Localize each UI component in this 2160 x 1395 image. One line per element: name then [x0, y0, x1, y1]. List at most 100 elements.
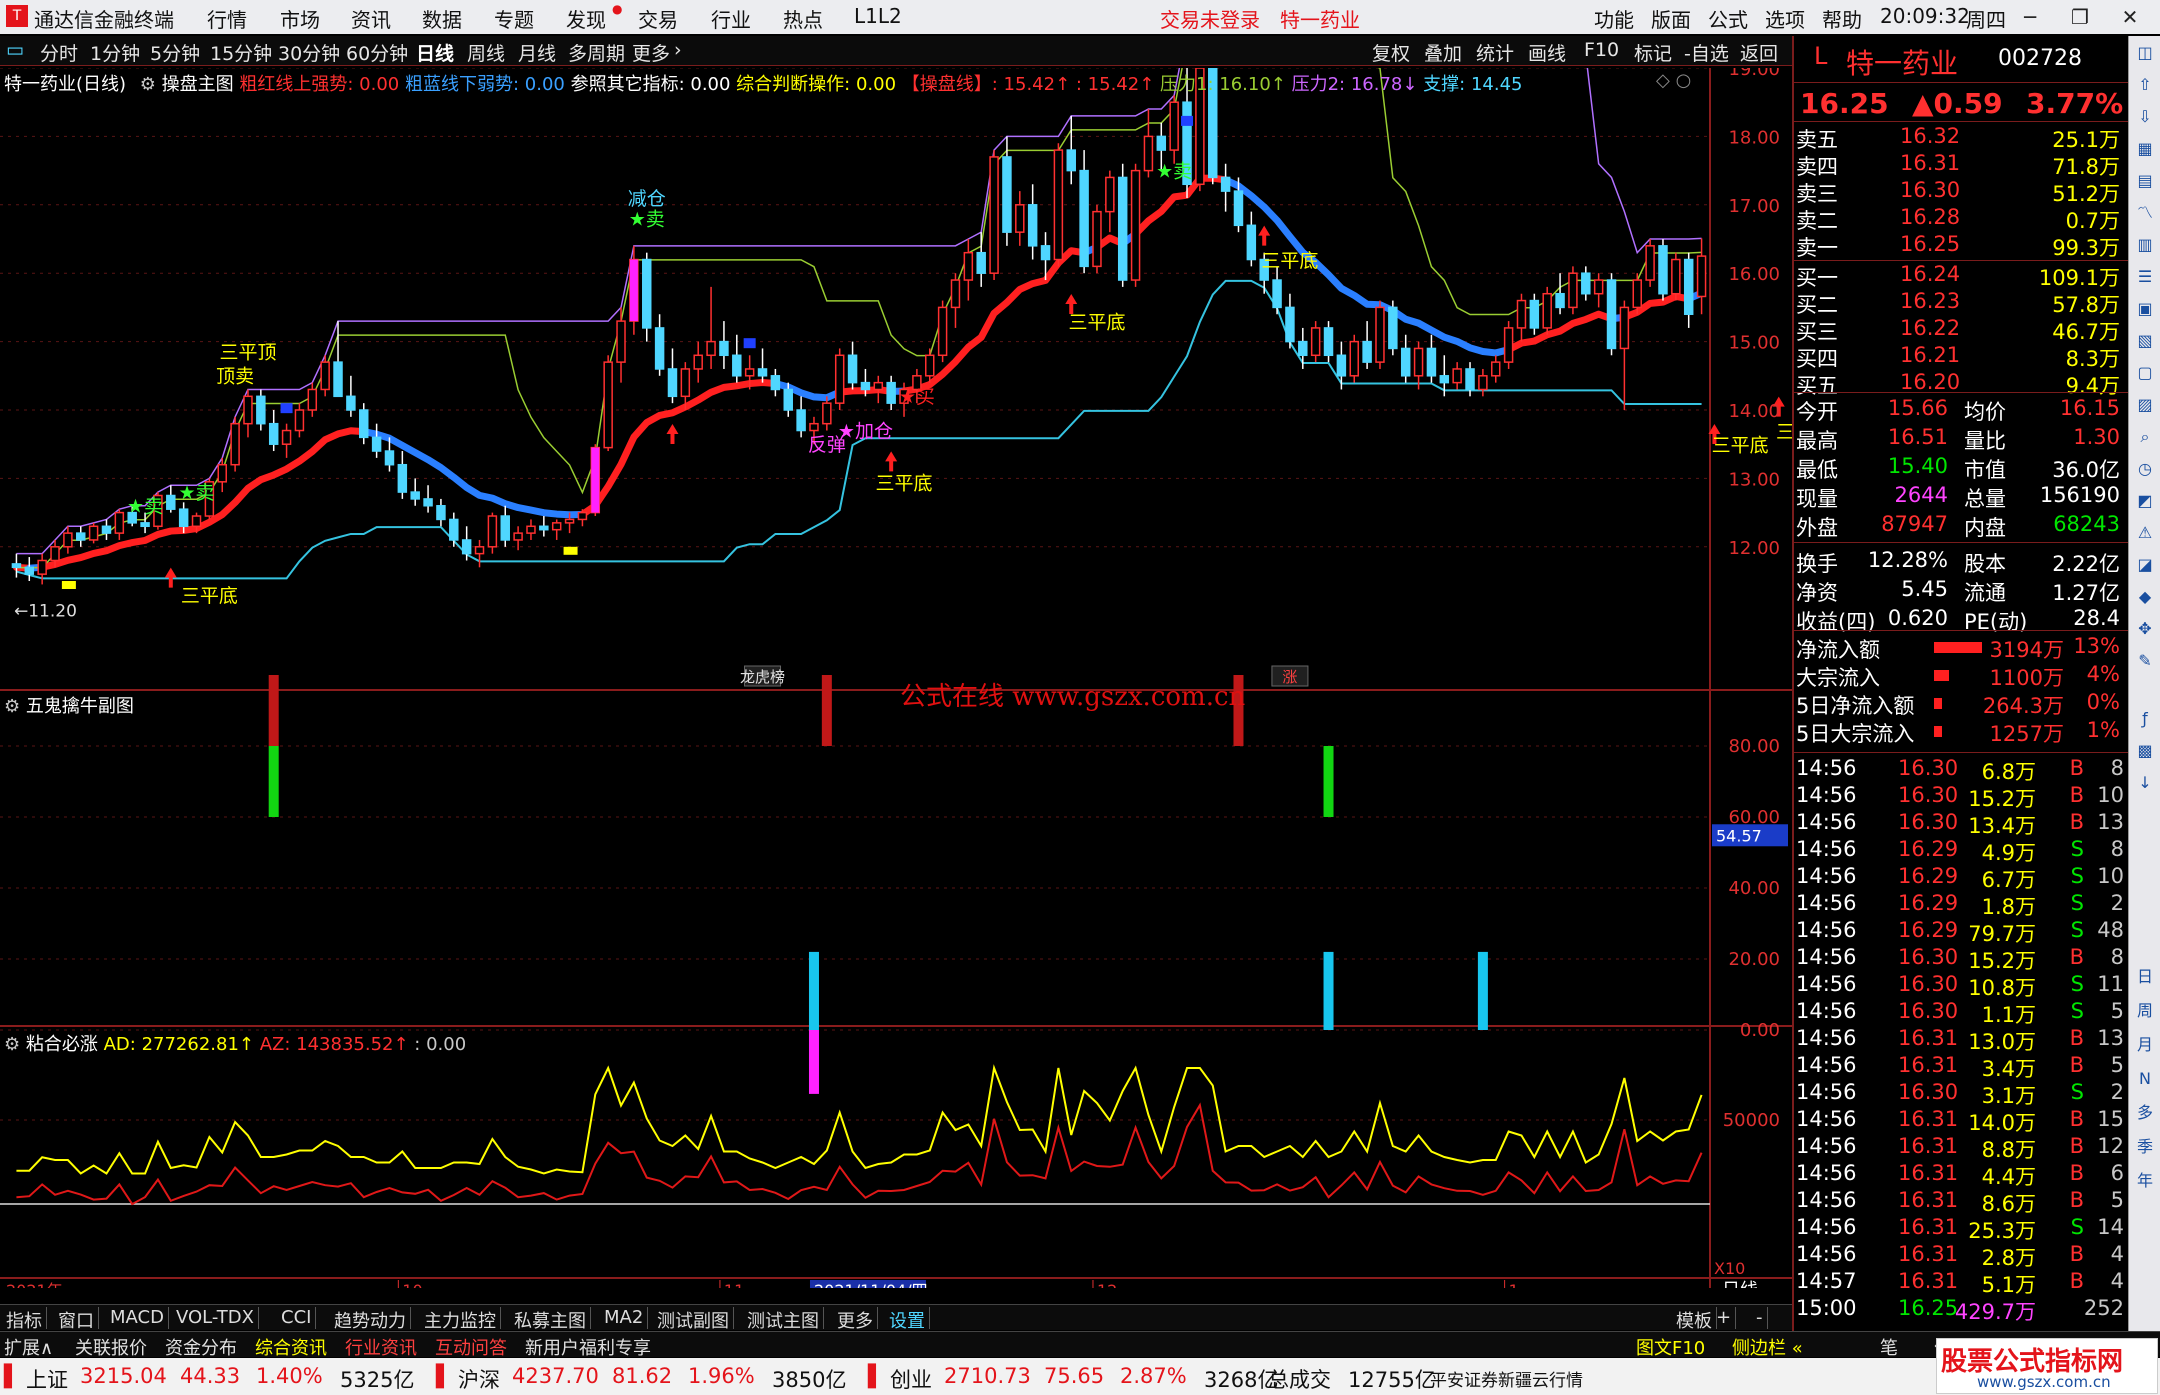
- bid-row[interactable]: 买一 16.24 109.1万: [1794, 262, 2130, 290]
- sub2-title[interactable]: 粘合必涨: [26, 1034, 98, 1055]
- tool-watchlist[interactable]: -自选: [1684, 39, 1729, 66]
- tool-f10[interactable]: F10: [1584, 39, 1619, 61]
- tab-control[interactable]: -: [1752, 1307, 1768, 1329]
- index-name[interactable]: 沪深: [458, 1364, 500, 1394]
- tab-control[interactable]: 模板: [1672, 1307, 1717, 1332]
- ext-item[interactable]: 关联报价: [75, 1334, 147, 1360]
- menu-item-help[interactable]: 帮助: [1822, 4, 1862, 33]
- indicator-tab[interactable]: MACD: [106, 1307, 169, 1329]
- ext-item[interactable]: 互动问答: [435, 1334, 507, 1360]
- menu-item-data[interactable]: 数据: [422, 4, 462, 33]
- side-period-2[interactable]: 月: [2132, 1032, 2158, 1058]
- chart-area[interactable]: 19.58←11.20三平顶顶卖★卖★卖三平底减仓★卖反弹★加仓三平底★买三平底…: [0, 23, 2144, 1301]
- period-weekly[interactable]: 周线: [467, 39, 505, 66]
- menu-item-hot[interactable]: 热点: [783, 4, 823, 33]
- list-icon[interactable]: ☰: [2132, 264, 2158, 290]
- ask-row[interactable]: 卖五 16.32 25.1万: [1794, 124, 2130, 152]
- menu-item-industry[interactable]: 行业: [711, 4, 751, 33]
- indicator-tab[interactable]: 更多: [833, 1307, 878, 1332]
- period-60min[interactable]: 60分钟: [346, 39, 408, 66]
- ask-row[interactable]: 卖一 16.25 99.3万: [1794, 232, 2130, 260]
- minimize-icon[interactable]: ─: [2010, 2, 2050, 32]
- ask-row[interactable]: 卖三 16.30 51.2万: [1794, 178, 2130, 206]
- move-icon[interactable]: ✥: [2132, 616, 2158, 642]
- pen-icon[interactable]: ✎: [2132, 648, 2158, 674]
- pane-controls[interactable]: ◇ ○: [1656, 70, 1691, 91]
- tool-fuquan[interactable]: 复权: [1372, 39, 1410, 66]
- doc-icon[interactable]: ▢: [2132, 360, 2158, 386]
- ext-right-item[interactable]: 侧边栏 «: [1732, 1334, 1803, 1360]
- tag-icon[interactable]: ◆: [2132, 584, 2158, 610]
- index-name[interactable]: 上证: [26, 1364, 68, 1394]
- ext-item[interactable]: 新用户福利专享: [525, 1334, 651, 1360]
- chart-icon[interactable]: ◩: [2132, 488, 2158, 514]
- table-icon[interactable]: ▤: [2132, 168, 2158, 194]
- kline-icon[interactable]: ▥: [2132, 232, 2158, 258]
- restore-icon[interactable]: ❐: [2060, 2, 2100, 32]
- menu-item-market[interactable]: 市场: [280, 4, 320, 33]
- line-chart-icon[interactable]: 〽: [2132, 200, 2158, 226]
- f10-icon[interactable]: ▨: [2132, 392, 2158, 418]
- side-period-6[interactable]: 年: [2132, 1168, 2158, 1194]
- indicator-tab[interactable]: MA2: [600, 1307, 649, 1329]
- ext-item[interactable]: 行业资讯: [345, 1334, 417, 1360]
- period-5min[interactable]: 5分钟: [150, 39, 200, 66]
- formula-icon[interactable]: ƒ: [2132, 706, 2158, 732]
- indicator-tab[interactable]: 测试副图: [653, 1307, 734, 1332]
- sub1-gear-icon[interactable]: ⚙: [4, 696, 20, 717]
- tool-mark[interactable]: 标记: [1634, 39, 1672, 66]
- menu-item-function[interactable]: 功能: [1594, 4, 1634, 33]
- stats-icon[interactable]: ▧: [2132, 328, 2158, 354]
- event-tag[interactable]: 龙虎榜: [740, 668, 785, 686]
- arrow-icon[interactable]: ↓: [2132, 770, 2158, 796]
- chevron-right-icon[interactable]: ›: [674, 39, 682, 61]
- side-period-4[interactable]: 多: [2132, 1100, 2158, 1126]
- tool-draw[interactable]: 画线: [1528, 39, 1566, 66]
- side-period-3[interactable]: N: [2132, 1066, 2158, 1092]
- arrow-up-icon[interactable]: ⇧: [2132, 72, 2158, 98]
- fund-icon[interactable]: ▣: [2132, 296, 2158, 322]
- menu-item-l1l2[interactable]: L1L2: [854, 4, 902, 28]
- period-multi[interactable]: 多周期: [568, 39, 625, 66]
- indicator-tab[interactable]: 窗口: [54, 1307, 99, 1332]
- index-name[interactable]: 创业: [890, 1364, 932, 1394]
- period-15min[interactable]: 15分钟: [210, 39, 272, 66]
- indicator-name[interactable]: 操盘主图: [162, 74, 234, 95]
- sub1-title[interactable]: 五鬼擒牛副图: [26, 696, 134, 717]
- menu-item-trade[interactable]: 交易: [638, 4, 678, 33]
- indicator-tab[interactable]: 私募主图: [510, 1307, 591, 1332]
- tool-back[interactable]: 返回: [1740, 39, 1778, 66]
- ext-item[interactable]: 综合资讯: [255, 1334, 327, 1360]
- tab-control[interactable]: +: [1712, 1307, 1737, 1329]
- period-1min[interactable]: 1分钟: [90, 39, 140, 66]
- side-period-5[interactable]: 季: [2132, 1134, 2158, 1160]
- period-more[interactable]: 更多: [632, 39, 670, 66]
- grid-icon[interactable]: ▦: [2132, 136, 2158, 162]
- bid-row[interactable]: 买四 16.21 8.3万: [1794, 343, 2130, 371]
- collapse-icon[interactable]: ▭: [6, 39, 24, 61]
- kline-chart[interactable]: 19.58←11.20三平顶顶卖★卖★卖三平底减仓★卖反弹★加仓三平底★买三平底…: [0, 23, 2144, 1301]
- arrow-down-icon[interactable]: ⇩: [2132, 104, 2158, 130]
- tool-icon-1[interactable]: ◫: [2132, 40, 2158, 66]
- settings-gear-icon[interactable]: ⚙: [140, 74, 156, 95]
- tool-overlay[interactable]: 叠加: [1424, 39, 1462, 66]
- indicator-tab[interactable]: 设置: [885, 1307, 930, 1332]
- menu-item-formula[interactable]: 公式: [1708, 4, 1748, 33]
- side-period-0[interactable]: 日: [2132, 964, 2158, 990]
- ext-item[interactable]: 资金分布: [165, 1334, 237, 1360]
- period-monthly[interactable]: 月线: [518, 39, 556, 66]
- ext-item[interactable]: 扩展∧: [4, 1334, 53, 1360]
- indicator-tab[interactable]: 趋势动力: [330, 1307, 411, 1332]
- bid-row[interactable]: 买二 16.23 57.8万: [1794, 289, 2130, 317]
- bid-row[interactable]: 买三 16.22 46.7万: [1794, 316, 2130, 344]
- clock-icon[interactable]: ◷: [2132, 456, 2158, 482]
- side-period-1[interactable]: 周: [2132, 998, 2158, 1024]
- sub2-gear-icon[interactable]: ⚙: [4, 1034, 20, 1055]
- indicator-tab[interactable]: CCI: [277, 1307, 317, 1329]
- ask-row[interactable]: 卖四 16.31 71.8万: [1794, 151, 2130, 179]
- menu-item-news[interactable]: 资讯: [351, 4, 391, 33]
- indicator-tab[interactable]: 测试主图: [743, 1307, 824, 1332]
- menu-item-topics[interactable]: 专题: [494, 4, 534, 33]
- period-tick[interactable]: 分时: [40, 39, 78, 66]
- menu-item-options[interactable]: 选项: [1765, 4, 1805, 33]
